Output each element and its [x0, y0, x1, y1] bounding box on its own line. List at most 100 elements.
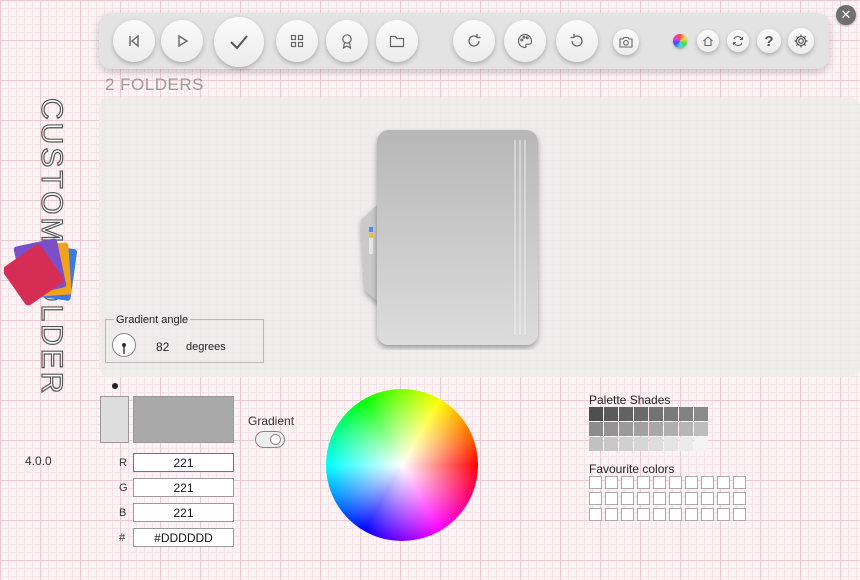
- refresh-button[interactable]: [727, 30, 749, 52]
- gear-icon: [794, 34, 808, 48]
- favourite-color-cell[interactable]: [669, 508, 682, 521]
- app-version: 4.0.0: [25, 454, 52, 468]
- red-input[interactable]: [133, 453, 234, 472]
- grid-button[interactable]: [276, 20, 318, 62]
- hex-input[interactable]: [133, 528, 234, 547]
- redo-button[interactable]: [453, 20, 495, 62]
- palette-shade-cell[interactable]: [589, 437, 603, 451]
- favourite-color-cell[interactable]: [621, 492, 634, 505]
- skip-back-icon: [129, 34, 139, 48]
- gradient-toggle[interactable]: [255, 431, 285, 448]
- secondary-color-swatch[interactable]: [133, 396, 234, 443]
- undo-button[interactable]: [556, 20, 598, 62]
- palette-shade-cell[interactable]: [649, 422, 663, 436]
- blue-label: B: [119, 507, 127, 519]
- palette-shade-cell[interactable]: [694, 407, 708, 421]
- favourite-color-cell[interactable]: [717, 476, 730, 489]
- favourite-color-cell[interactable]: [589, 492, 602, 505]
- palette-shade-cell[interactable]: [634, 422, 648, 436]
- green-label: G: [119, 482, 128, 494]
- favourite-color-cell[interactable]: [733, 492, 746, 505]
- favourite-color-cell[interactable]: [589, 508, 602, 521]
- favourite-color-cell[interactable]: [685, 476, 698, 489]
- palette-shade-cell[interactable]: [589, 407, 603, 421]
- palette-shades-title: Palette Shades: [589, 393, 671, 407]
- gradient-angle-label: Gradient angle: [114, 314, 191, 326]
- gradient-angle-unit: degrees: [186, 341, 226, 353]
- grid-icon: [290, 34, 304, 48]
- favourite-color-cell[interactable]: [605, 492, 618, 505]
- close-button[interactable]: ✕: [836, 5, 856, 25]
- palette-shade-cell[interactable]: [649, 437, 663, 451]
- palette-shade-cell[interactable]: [664, 437, 678, 451]
- dial-pointer-icon: [122, 343, 126, 354]
- settings-button[interactable]: [788, 28, 814, 54]
- palette-shade-cell[interactable]: [619, 422, 633, 436]
- palette-shade-cell[interactable]: [679, 422, 693, 436]
- favourite-color-cell[interactable]: [701, 508, 714, 521]
- palette-shade-cell[interactable]: [694, 422, 708, 436]
- favourite-color-cell[interactable]: [621, 508, 634, 521]
- palette-shade-cell[interactable]: [679, 407, 693, 421]
- color-wheel-icon[interactable]: [673, 34, 687, 48]
- red-label: R: [119, 457, 127, 469]
- gradient-angle-value: 82: [156, 340, 170, 354]
- camera-icon: [619, 36, 633, 48]
- palette-shade-cell[interactable]: [619, 407, 633, 421]
- favourite-color-cell[interactable]: [637, 492, 650, 505]
- folder-button[interactable]: [376, 20, 418, 62]
- palette-shade-cell[interactable]: [679, 437, 693, 451]
- gradient-angle-dial[interactable]: [112, 333, 136, 357]
- favourite-color-cell[interactable]: [669, 476, 682, 489]
- screenshot-button[interactable]: [613, 29, 639, 55]
- palette-shade-cell[interactable]: [619, 437, 633, 451]
- home-button[interactable]: [697, 30, 719, 52]
- favourite-color-cell[interactable]: [589, 476, 602, 489]
- check-icon: [230, 35, 248, 50]
- badge-button[interactable]: [326, 20, 368, 62]
- favourite-color-cell[interactable]: [605, 508, 618, 521]
- favourite-color-cell[interactable]: [717, 508, 730, 521]
- palette-shade-cell[interactable]: [664, 407, 678, 421]
- green-input[interactable]: [133, 478, 234, 497]
- palette-shade-cell[interactable]: [694, 437, 708, 451]
- app-logo-icon: [4, 238, 77, 306]
- favourite-color-cell[interactable]: [717, 492, 730, 505]
- previous-button[interactable]: [113, 20, 155, 62]
- color-wheel[interactable]: [326, 389, 478, 541]
- refresh-icon: [732, 35, 744, 47]
- apply-button[interactable]: [214, 17, 264, 67]
- favourite-color-cell[interactable]: [701, 476, 714, 489]
- blue-input[interactable]: [133, 503, 234, 522]
- favourite-color-cell[interactable]: [653, 476, 666, 489]
- home-icon: [703, 36, 713, 47]
- favourite-color-cell[interactable]: [637, 476, 650, 489]
- favourite-color-cell[interactable]: [733, 476, 746, 489]
- palette-shade-cell[interactable]: [649, 407, 663, 421]
- favourite-color-cell[interactable]: [621, 476, 634, 489]
- favourite-color-cell[interactable]: [653, 508, 666, 521]
- folders-count: 2 FOLDERS: [105, 75, 204, 94]
- palette-shade-cell[interactable]: [634, 407, 648, 421]
- favourite-color-cell[interactable]: [637, 508, 650, 521]
- gradient-toggle-label: Gradient: [248, 414, 295, 428]
- favourite-color-cell[interactable]: [685, 508, 698, 521]
- palette-button[interactable]: [504, 20, 546, 62]
- favourite-color-cell[interactable]: [669, 492, 682, 505]
- palette-shade-cell[interactable]: [604, 422, 618, 436]
- favourite-color-cell[interactable]: [685, 492, 698, 505]
- award-icon: [342, 34, 352, 49]
- favourite-color-cell[interactable]: [653, 492, 666, 505]
- favourite-color-cell[interactable]: [605, 476, 618, 489]
- palette-shade-cell[interactable]: [604, 407, 618, 421]
- palette-shade-cell[interactable]: [664, 422, 678, 436]
- help-button[interactable]: ?: [757, 29, 781, 53]
- question-icon: ?: [764, 32, 774, 50]
- favourite-color-cell[interactable]: [733, 508, 746, 521]
- palette-shade-cell[interactable]: [604, 437, 618, 451]
- palette-shade-cell[interactable]: [589, 422, 603, 436]
- palette-shade-cell[interactable]: [634, 437, 648, 451]
- primary-color-swatch[interactable]: [100, 396, 129, 443]
- play-button[interactable]: [161, 20, 203, 62]
- favourite-color-cell[interactable]: [701, 492, 714, 505]
